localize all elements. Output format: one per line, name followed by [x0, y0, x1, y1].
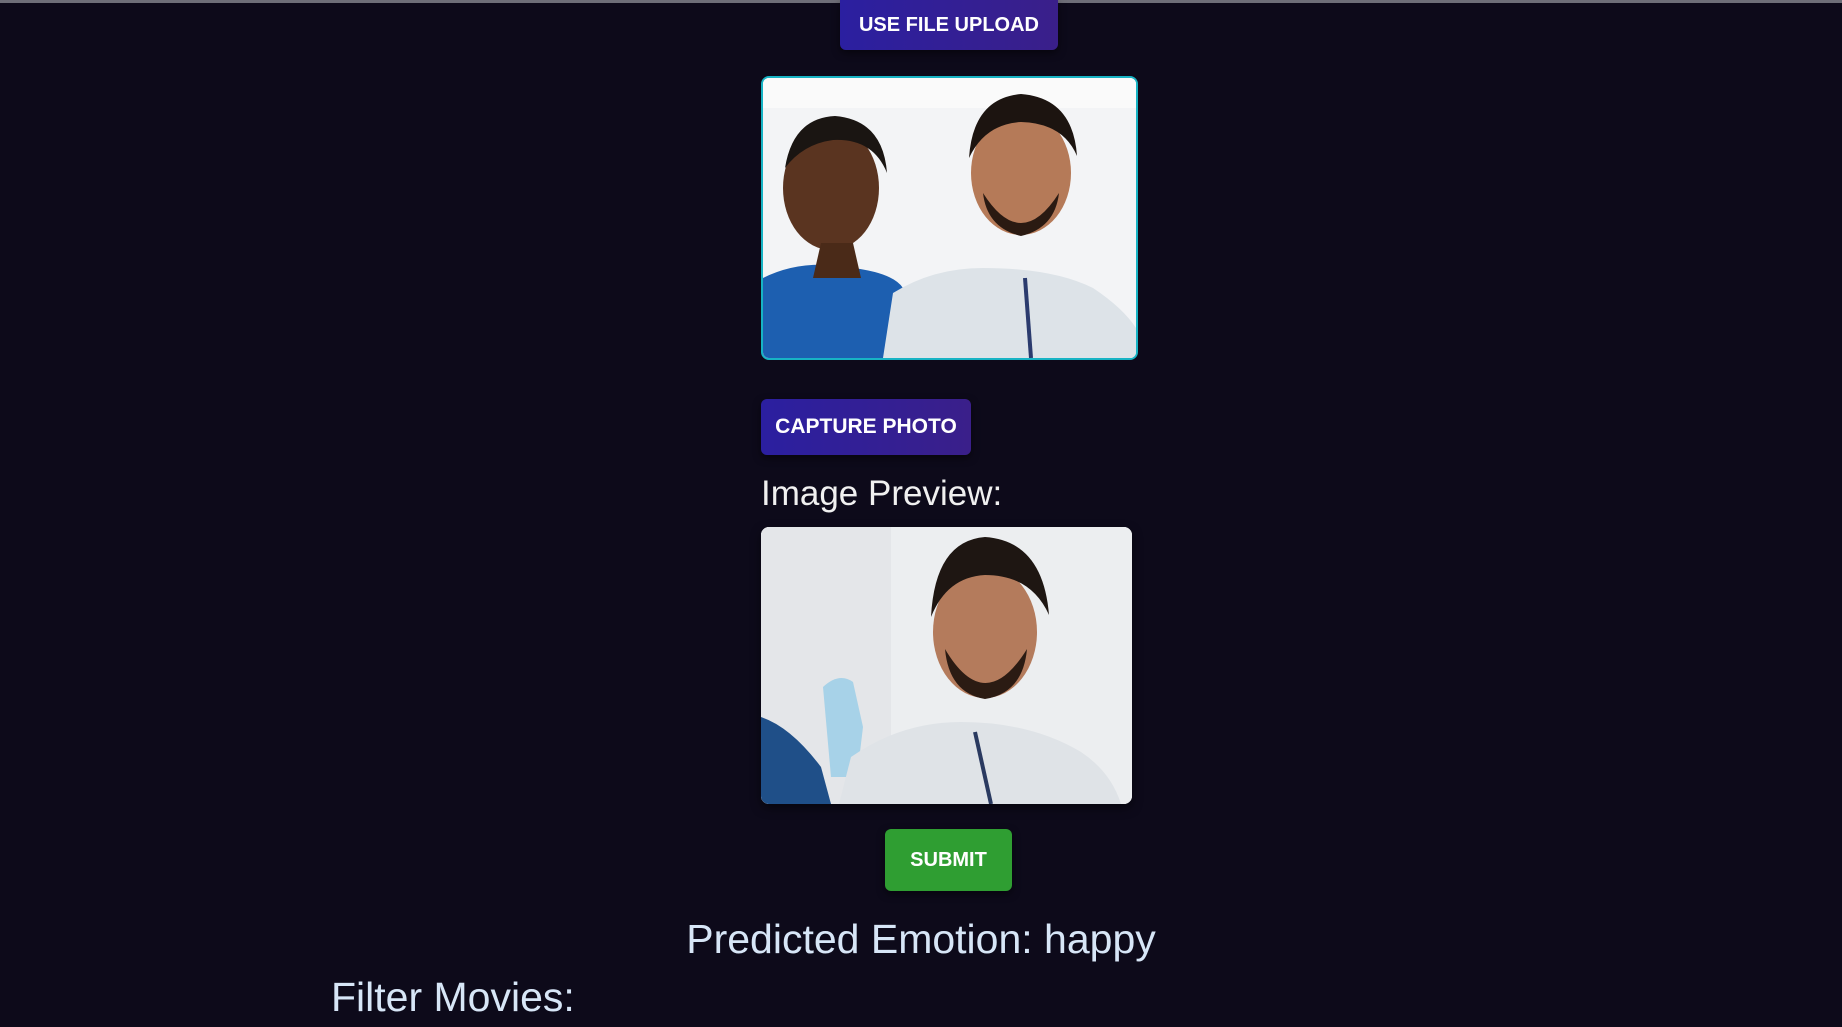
webcam-feed [761, 76, 1138, 360]
capture-photo-button[interactable]: CAPTURE PHOTO [761, 399, 971, 455]
use-file-upload-button[interactable]: USE FILE UPLOAD [840, 0, 1058, 50]
predicted-emotion-text: Predicted Emotion: happy [686, 916, 1156, 962]
image-preview-label: Image Preview: [761, 474, 1003, 513]
webcam-image [763, 78, 1136, 358]
image-preview [761, 527, 1132, 804]
filter-movies-heading: Filter Movies: [331, 974, 575, 1020]
submit-button[interactable]: SUBMIT [885, 829, 1012, 891]
preview-image [761, 527, 1132, 804]
